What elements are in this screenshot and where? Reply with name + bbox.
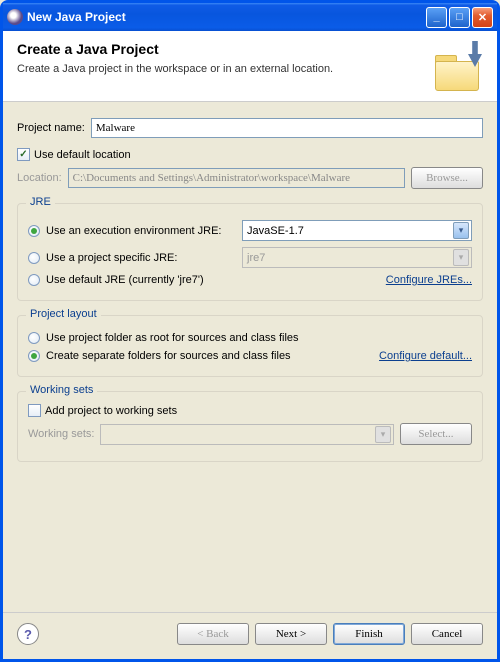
chevron-down-icon: ▾ [453, 249, 469, 266]
checkbox-icon [28, 404, 41, 417]
working-sets-title: Working sets [26, 384, 97, 396]
radio-icon [28, 332, 40, 344]
configure-jres-link[interactable]: Configure JREs... [386, 274, 472, 286]
jre-group: JRE Use an execution environment JRE: Ja… [17, 203, 483, 301]
working-sets-combo: ▾ [100, 424, 394, 445]
add-to-working-sets-label: Add project to working sets [45, 405, 177, 417]
wizard-content: Project name: ✓ Use default location Loc… [3, 102, 497, 612]
project-layout-group: Project layout Use project folder as roo… [17, 315, 483, 377]
eclipse-icon [7, 9, 23, 25]
maximize-button[interactable]: □ [449, 7, 470, 28]
configure-default-link[interactable]: Configure default... [379, 350, 472, 362]
help-icon[interactable]: ? [17, 623, 39, 645]
close-button[interactable]: ✕ [472, 7, 493, 28]
checkbox-icon: ✓ [17, 148, 30, 161]
next-button[interactable]: Next > [255, 623, 327, 645]
window-title: New Java Project [27, 10, 426, 24]
working-sets-label: Working sets: [28, 428, 94, 440]
chevron-down-icon: ▾ [375, 426, 391, 443]
location-input [68, 168, 405, 188]
project-name-input[interactable] [91, 118, 483, 138]
project-name-label: Project name: [17, 122, 85, 134]
jre-project-specific-combo: jre7 ▾ [242, 247, 472, 268]
radio-icon [28, 252, 40, 264]
dialog-window: New Java Project _ □ ✕ Create a Java Pro… [0, 0, 500, 662]
jre-group-title: JRE [26, 196, 55, 208]
use-default-location-label: Use default location [34, 149, 131, 161]
jre-default-label: Use default JRE (currently 'jre7') [46, 274, 380, 286]
jre-project-specific-label: Use a project specific JRE: [46, 252, 236, 264]
folder-import-icon [433, 41, 485, 93]
minimize-button[interactable]: _ [426, 7, 447, 28]
back-button: < Back [177, 623, 249, 645]
use-default-location-checkbox[interactable]: ✓ Use default location [17, 148, 483, 161]
layout-root-label: Use project folder as root for sources a… [46, 332, 299, 344]
jre-exec-env-radio[interactable]: Use an execution environment JRE: JavaSE… [28, 220, 472, 241]
browse-button: Browse... [411, 167, 483, 189]
cancel-button[interactable]: Cancel [411, 623, 483, 645]
jre-exec-env-combo[interactable]: JavaSE-1.7 ▾ [242, 220, 472, 241]
titlebar[interactable]: New Java Project _ □ ✕ [3, 3, 497, 31]
layout-root-radio[interactable]: Use project folder as root for sources a… [28, 332, 472, 344]
radio-icon [28, 350, 40, 362]
select-working-sets-button: Select... [400, 423, 472, 445]
wizard-header: Create a Java Project Create a Java proj… [3, 31, 497, 102]
layout-separate-radio[interactable]: Create separate folders for sources and … [28, 350, 472, 362]
working-sets-group: Working sets Add project to working sets… [17, 391, 483, 462]
page-subtitle: Create a Java project in the workspace o… [17, 63, 427, 75]
radio-icon [28, 225, 40, 237]
radio-icon [28, 274, 40, 286]
layout-separate-label: Create separate folders for sources and … [46, 350, 373, 362]
page-title: Create a Java Project [17, 41, 427, 57]
jre-default-radio[interactable]: Use default JRE (currently 'jre7') Confi… [28, 274, 472, 286]
jre-project-specific-radio[interactable]: Use a project specific JRE: jre7 ▾ [28, 247, 472, 268]
project-layout-title: Project layout [26, 308, 101, 320]
finish-button[interactable]: Finish [333, 623, 405, 645]
wizard-footer: ? < Back Next > Finish Cancel [3, 612, 497, 659]
chevron-down-icon: ▾ [453, 222, 469, 239]
add-to-working-sets-checkbox[interactable]: Add project to working sets [28, 404, 472, 417]
location-label: Location: [17, 172, 62, 184]
jre-exec-env-label: Use an execution environment JRE: [46, 225, 236, 237]
